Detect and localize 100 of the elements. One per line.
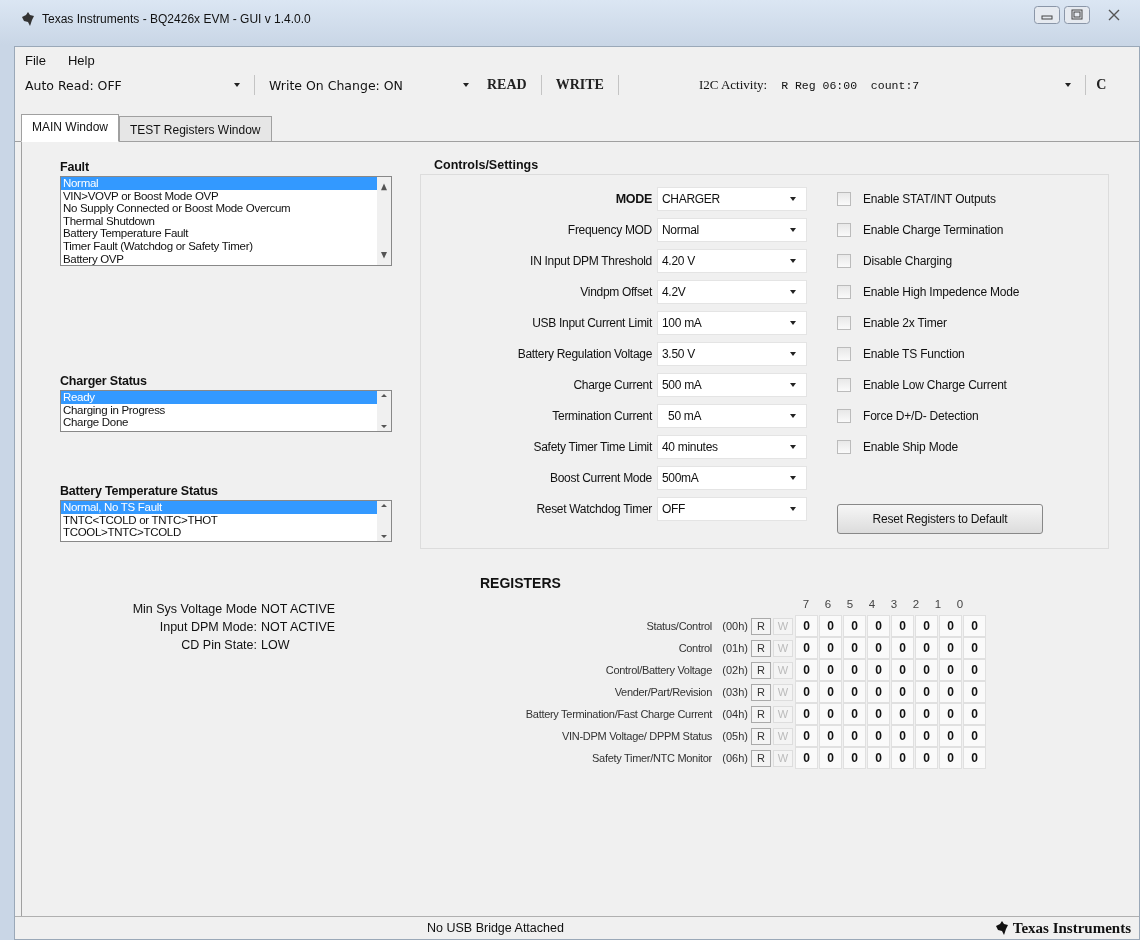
setting-dropdown[interactable]: 4.20 V [657,248,807,273]
bit-cell[interactable]: 0 [891,725,914,747]
bit-cell[interactable]: 0 [795,681,818,703]
checkbox[interactable] [837,346,851,361]
bit-cell[interactable]: 0 [915,659,938,681]
bit-cell[interactable]: 0 [915,703,938,725]
list-item[interactable]: Battery OVP [61,252,377,266]
bit-cell[interactable]: 0 [795,637,818,659]
bit-cell[interactable]: 0 [963,703,986,725]
bit-cell[interactable]: 0 [795,725,818,747]
write-button[interactable]: WRITE [551,75,608,95]
bit-cell[interactable]: 0 [867,747,890,769]
toolbar-button[interactable]: C [1092,75,1111,95]
write-on-change-dropdown[interactable]: Write On Change: ON [265,75,473,95]
scrollbar-icon[interactable] [377,391,391,432]
bit-cell[interactable]: 0 [963,615,986,637]
bit-cell[interactable]: 0 [795,703,818,725]
checkbox[interactable] [837,439,851,454]
bit-cell[interactable]: 0 [819,615,842,637]
menu-item[interactable]: File [23,53,48,68]
setting-dropdown[interactable]: 40 minutes [657,434,807,459]
checkbox[interactable] [837,408,851,423]
minimize-icon[interactable] [1034,6,1060,24]
list-item[interactable]: Battery Temperature Fault [61,227,377,240]
bit-cell[interactable]: 0 [915,681,938,703]
bit-cell[interactable]: 0 [843,747,866,769]
bit-cell[interactable]: 0 [963,725,986,747]
checkbox[interactable] [837,284,851,299]
bit-cell[interactable]: 0 [819,681,842,703]
bit-cell[interactable]: 0 [867,637,890,659]
bit-cell[interactable]: 0 [843,637,866,659]
bit-cell[interactable]: 0 [891,637,914,659]
bit-cell[interactable]: 0 [843,725,866,747]
bit-cell[interactable]: 0 [915,725,938,747]
setting-dropdown[interactable]: CHARGER [657,186,807,211]
scrollbar-icon[interactable] [377,177,391,266]
bit-cell[interactable]: 0 [867,659,890,681]
setting-dropdown[interactable]: 500 mA [657,372,807,397]
menu-item[interactable]: Help [65,53,97,68]
list-item[interactable]: Charge Done [61,416,377,429]
scrollbar-icon[interactable] [377,501,391,542]
bit-cell[interactable]: 0 [939,681,962,703]
read-register-button[interactable]: R [751,749,771,767]
bit-cell[interactable]: 0 [843,681,866,703]
bit-cell[interactable]: 0 [891,747,914,769]
bit-cell[interactable]: 0 [963,659,986,681]
reset-button[interactable]: Reset Registers to Default [837,504,1043,534]
bit-cell[interactable]: 0 [891,703,914,725]
bit-cell[interactable]: 0 [819,659,842,681]
read-register-button[interactable]: R [751,639,771,657]
bit-cell[interactable]: 0 [819,747,842,769]
bit-cell[interactable]: 0 [939,725,962,747]
setting-dropdown[interactable]: 4.2V [657,279,807,304]
setting-dropdown[interactable]: 50 mA [657,403,807,428]
setting-dropdown[interactable]: 100 mA [657,310,807,335]
setting-dropdown[interactable]: 500mA [657,465,807,490]
read-register-button[interactable]: R [751,705,771,723]
list-item[interactable]: No Supply Connected or Boost Mode Overcum [61,202,377,215]
bit-cell[interactable]: 0 [963,747,986,769]
bit-cell[interactable]: 0 [867,615,890,637]
checkbox[interactable] [837,222,851,237]
bit-cell[interactable]: 0 [891,681,914,703]
bit-cell[interactable]: 0 [939,747,962,769]
bit-cell[interactable]: 0 [963,681,986,703]
list-item[interactable]: Thermal Shutdown [61,214,377,228]
auto-read-dropdown[interactable]: Auto Read: OFF [21,75,244,95]
bit-cell[interactable]: 0 [891,659,914,681]
tab[interactable]: MAIN Window [21,114,119,142]
bit-cell[interactable]: 0 [843,703,866,725]
setting-dropdown[interactable]: 3.50 V [657,341,807,366]
read-button[interactable]: READ [483,75,531,95]
bit-cell[interactable]: 0 [939,637,962,659]
checkbox[interactable] [837,315,851,330]
bit-cell[interactable]: 0 [795,615,818,637]
bit-cell[interactable]: 0 [915,747,938,769]
checkbox[interactable] [837,191,851,206]
bit-cell[interactable]: 0 [795,747,818,769]
bit-cell[interactable]: 0 [915,615,938,637]
checkbox[interactable] [837,253,851,268]
bit-cell[interactable]: 0 [867,725,890,747]
list-item[interactable]: TCOOL>TNTC>TCOLD [61,526,377,539]
bit-cell[interactable]: 0 [939,615,962,637]
bit-cell[interactable]: 0 [819,725,842,747]
bit-cell[interactable]: 0 [963,637,986,659]
bit-cell[interactable]: 0 [891,615,914,637]
bit-cell[interactable]: 0 [939,703,962,725]
bit-cell[interactable]: 0 [819,637,842,659]
setting-dropdown[interactable]: OFF [657,496,807,521]
read-register-button[interactable]: R [751,617,771,635]
bit-cell[interactable]: 0 [795,659,818,681]
list-item[interactable]: Charging in Progress [61,403,377,417]
bit-cell[interactable]: 0 [915,637,938,659]
setting-dropdown[interactable]: Normal [657,217,807,242]
read-register-button[interactable]: R [751,661,771,679]
maximize-icon[interactable] [1064,6,1090,24]
bit-cell[interactable]: 0 [867,703,890,725]
list-item[interactable]: VIN>VOVP or Boost Mode OVP [61,189,377,203]
tab[interactable]: TEST Registers Window [119,116,272,142]
list-item[interactable]: TNTC<TCOLD or TNTC>THOT [61,513,377,527]
read-register-button[interactable]: R [751,727,771,745]
